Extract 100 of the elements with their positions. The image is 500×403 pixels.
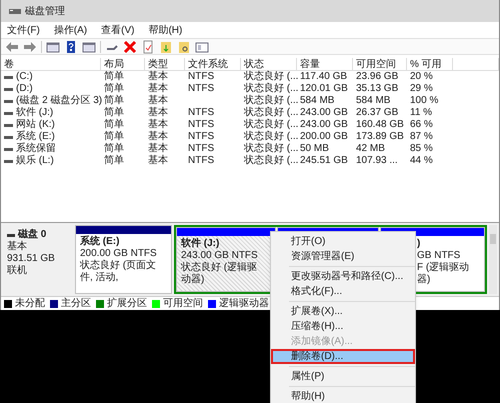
partition-size: 243.00 GB NTFS <box>181 250 259 262</box>
menu-item[interactable]: 删除卷(D)... <box>271 349 415 364</box>
window-icon[interactable] <box>46 40 60 54</box>
delete-icon[interactable] <box>123 40 137 54</box>
disk-status: 联机 <box>7 265 28 277</box>
table-cell: 120.01 GB <box>300 83 348 95</box>
table-cell-text: 简单 <box>104 107 124 118</box>
table-cell: 基本 <box>148 155 168 167</box>
table-cell-text: 状态良好 (... <box>244 119 298 130</box>
column-header[interactable]: 布局 <box>101 58 145 70</box>
table-cell: 160.48 GB <box>356 119 404 131</box>
menu-item[interactable]: 帮助(H) <box>271 389 415 403</box>
partition-title: ) <box>417 238 422 250</box>
partition-block[interactable]: 软件 (J:) 243.00 GB NTFS 状态良好 (逻辑驱动器) <box>176 227 276 292</box>
table-cell: NTFS <box>188 155 214 167</box>
table-cell: 29 % <box>410 83 433 95</box>
table-cell-text: 系统 (E:) <box>16 131 55 142</box>
partition-size: 200.00 GB NTFS <box>80 248 158 260</box>
legend-label: 扩展分区 <box>107 296 147 311</box>
table-cell: 42 MB <box>356 143 385 155</box>
table-cell: 584 MB <box>300 95 334 107</box>
table-cell-text: 基本 <box>148 107 168 118</box>
disk-name: 磁盘 0 <box>18 229 46 240</box>
table-cell: 200.00 GB <box>300 131 348 143</box>
table-cell-text: 基本 <box>148 71 168 82</box>
partition-status: 状态良好 (逻辑驱动器) <box>181 262 258 286</box>
menu-item[interactable]: 查看(V) <box>101 22 134 38</box>
column-header[interactable]: % 可用 <box>407 58 453 70</box>
menu-item[interactable]: 扩展卷(X)... <box>271 304 415 319</box>
table-cell-text: 状态良好 (... <box>244 131 298 142</box>
menu-item[interactable]: 帮助(H) <box>148 22 182 38</box>
table-cell: 66 % <box>410 119 433 131</box>
table-cell: NTFS <box>188 131 214 143</box>
scrollbar[interactable] <box>489 225 497 294</box>
table-cell: 243.00 GB <box>300 107 348 119</box>
table-cell: 简单 <box>104 155 124 167</box>
folder-search-icon[interactable] <box>177 40 191 54</box>
menu-item[interactable]: 操作(A) <box>54 22 88 38</box>
table-cell-text: 基本 <box>148 83 168 94</box>
back-arrow-icon[interactable] <box>5 40 19 54</box>
menu-item[interactable]: 压缩卷(H)... <box>271 319 415 334</box>
forward-arrow-icon[interactable] <box>23 40 37 54</box>
menu-item[interactable]: 文件(F) <box>7 22 40 38</box>
table-cell: 584 MB <box>356 95 390 107</box>
table-cell-text: 基本 <box>148 119 168 130</box>
table-cell: (C:) <box>16 71 33 83</box>
partition-status: F (逻辑驱动器) <box>417 262 470 286</box>
table-cell-text: 简单 <box>104 83 124 94</box>
column-header[interactable]: 状态 <box>241 58 297 70</box>
table-cell-text: 网站 (K:) <box>16 119 55 130</box>
folder-icon[interactable] <box>159 40 173 54</box>
table-cell: 11 % <box>410 107 432 119</box>
table-cell: 243.00 GB <box>300 119 348 131</box>
table-cell: NTFS <box>188 83 214 95</box>
table-cell-text: 状态良好 (... <box>244 95 298 106</box>
table-cell: 87 % <box>410 131 433 143</box>
column-header[interactable]: 文件系统 <box>185 58 241 70</box>
disk-type: 基本 <box>7 241 28 253</box>
table-cell: 85 % <box>410 143 433 155</box>
table-cell: 100 % <box>410 95 438 107</box>
table-cell: 23.96 GB <box>356 71 398 83</box>
partition-size: GB NTFS <box>417 250 462 262</box>
legend-label: 未分配 <box>15 296 45 311</box>
partition-block[interactable]: 系统 (E:) 200.00 GB NTFS 状态良好 (页面文件, 活动, <box>75 225 172 294</box>
column-header[interactable]: 类型 <box>145 58 185 70</box>
table-cell-text: 基本 <box>148 143 168 154</box>
partition-title: 软件 (J:) <box>181 238 220 250</box>
column-header[interactable]: 容量 <box>297 58 353 70</box>
column-header[interactable]: 卷 <box>1 58 101 70</box>
table-cell: 50 MB <box>300 143 329 155</box>
table-cell: 26.37 GB <box>356 107 398 119</box>
window-icon[interactable] <box>195 40 209 54</box>
table-cell-text: 简单 <box>104 143 124 154</box>
table-cell-text: 系统保留 <box>16 143 56 154</box>
window-title: 磁盘管理 <box>25 4 65 18</box>
partition-status: 状态良好 (页面文件, 活动, <box>80 260 158 284</box>
menu-item[interactable]: 属性(P) <box>271 369 415 384</box>
window-icon[interactable] <box>82 40 96 54</box>
table-cell: NTFS <box>188 119 214 131</box>
document-icon[interactable] <box>141 40 155 54</box>
legend-label: 逻辑驱动器 <box>219 296 269 311</box>
table-cell-text: 简单 <box>104 131 124 142</box>
table-cell-text: 软件 (J:) <box>16 107 54 118</box>
table-cell: 173.89 GB <box>356 131 404 143</box>
table-cell: (D:) <box>16 83 33 95</box>
table-cell: 状态良好 (... <box>244 155 298 167</box>
table-cell-text: 简单 <box>104 95 124 106</box>
table-cell-text: 状态良好 (... <box>244 143 298 154</box>
table-cell-text: 简单 <box>104 119 124 130</box>
table-cell: (磁盘 2 磁盘分区 3) <box>16 95 102 107</box>
table-cell: NTFS <box>188 143 214 155</box>
disk-size: 931.51 GB <box>7 253 56 264</box>
table-cell: 117.40 GB <box>300 71 348 83</box>
column-header[interactable]: 可用空间 <box>353 58 407 70</box>
table-cell: 245.51 GB <box>300 155 348 167</box>
table-cell: NTFS <box>188 71 214 83</box>
table-cell: 44 % <box>410 155 433 167</box>
table-cell-text: 状态良好 (... <box>244 71 298 82</box>
help-icon[interactable] <box>64 40 78 54</box>
table-cell-text: 基本 <box>148 95 168 106</box>
